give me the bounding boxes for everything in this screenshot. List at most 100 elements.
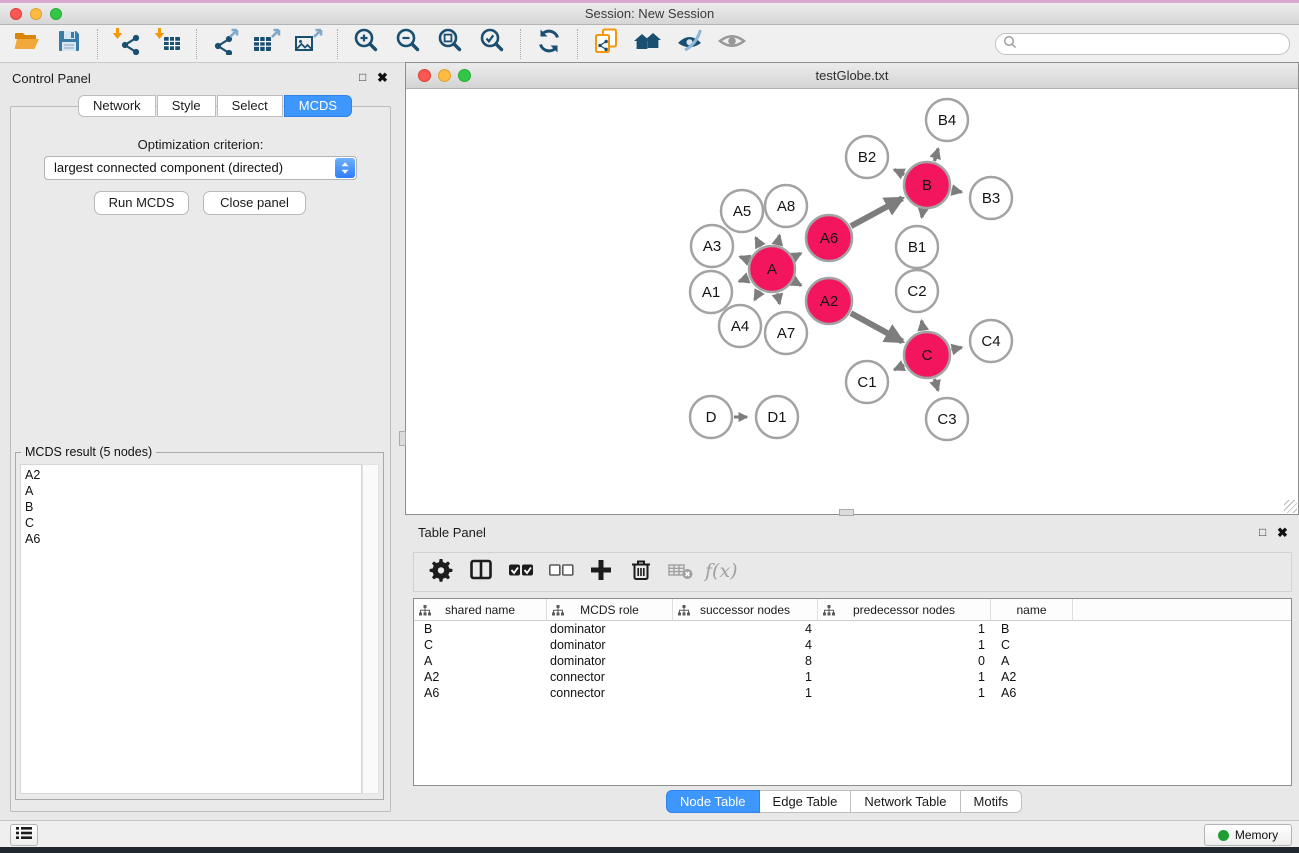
resize-grip-icon[interactable] [1284, 500, 1297, 513]
edge-B-B3[interactable] [951, 190, 961, 192]
tab-node-table[interactable]: Node Table [666, 790, 760, 813]
mcds-result-list[interactable]: A2ABCA6 [20, 464, 362, 794]
cell-shared-name[interactable]: B [414, 621, 547, 637]
zoom-selected-button[interactable] [471, 27, 513, 61]
network-graph[interactable]: B4B2BB3A5A8A6A3B1AA1C2A2A4A7C4CC1C3DD1 [406, 89, 1298, 514]
table-row[interactable]: Bdominator41B [414, 621, 1291, 637]
column-header-MCDS-role[interactable]: MCDS role [547, 599, 673, 621]
home-button[interactable] [627, 27, 669, 61]
zoom-fit-button[interactable] [429, 27, 471, 61]
import-table-button[interactable] [147, 27, 189, 61]
cell-name[interactable]: A6 [991, 685, 1073, 701]
table-panel-close-icon[interactable]: ✖ [1277, 526, 1288, 539]
edge-B-B1[interactable] [922, 210, 923, 218]
table-row[interactable]: Cdominator41C [414, 637, 1291, 653]
table-row[interactable]: Adominator80A [414, 653, 1291, 669]
cell-name[interactable]: C [991, 637, 1073, 653]
cell-shared-name[interactable]: A [414, 653, 547, 669]
edge-A-A2[interactable] [794, 281, 801, 285]
edge-A-A8[interactable] [777, 235, 779, 244]
memory-button[interactable]: Memory [1204, 824, 1292, 846]
edge-A-A7[interactable] [777, 293, 779, 303]
tab-network[interactable]: Network [78, 95, 156, 117]
close-panel-button[interactable]: Close panel [203, 191, 306, 215]
add-row-button[interactable] [583, 555, 619, 589]
cell-name[interactable]: A [991, 653, 1073, 669]
save-button[interactable] [48, 27, 90, 61]
mcds-result-item[interactable]: B [21, 499, 361, 515]
control-panel-float-icon[interactable]: □ [359, 71, 366, 83]
cell-predecessor-nodes[interactable]: 1 [818, 621, 991, 637]
copy-network-button[interactable] [585, 27, 627, 61]
cell-MCDS-role[interactable]: connector [547, 685, 673, 701]
cell-name[interactable]: A2 [991, 669, 1073, 685]
cell-successor-nodes[interactable]: 4 [673, 621, 818, 637]
cell-MCDS-role[interactable]: dominator [547, 621, 673, 637]
column-header-successor-nodes[interactable]: successor nodes [673, 599, 818, 621]
cell-shared-name[interactable]: C [414, 637, 547, 653]
tab-motifs[interactable]: Motifs [961, 790, 1023, 813]
edge-B-B4[interactable] [934, 149, 938, 161]
export-image-button[interactable] [288, 27, 330, 61]
export-table-button[interactable] [246, 27, 288, 61]
cell-shared-name[interactable]: A2 [414, 669, 547, 685]
column-header-name[interactable]: name [991, 599, 1073, 621]
cell-predecessor-nodes[interactable]: 1 [818, 669, 991, 685]
edge-A-A6[interactable] [794, 253, 801, 257]
table-panel-float-icon[interactable]: □ [1259, 526, 1266, 538]
tab-select[interactable]: Select [217, 95, 283, 117]
search-input[interactable] [1017, 35, 1289, 53]
tab-network-table[interactable]: Network Table [851, 790, 960, 813]
delete-row-button[interactable] [623, 555, 659, 589]
cell-MCDS-role[interactable]: dominator [547, 637, 673, 653]
control-panel-close-icon[interactable]: ✖ [377, 71, 388, 84]
tab-style[interactable]: Style [157, 95, 216, 117]
network-canvas[interactable]: B4B2BB3A5A8A6A3B1AA1C2A2A4A7C4CC1C3DD1 [406, 89, 1298, 514]
cell-MCDS-role[interactable]: dominator [547, 653, 673, 669]
run-mcds-button[interactable]: Run MCDS [94, 191, 189, 215]
table-row[interactable]: A2connector11A2 [414, 669, 1291, 685]
cell-predecessor-nodes[interactable]: 0 [818, 653, 991, 669]
mcds-result-item[interactable]: A2 [21, 467, 361, 483]
tab-mcds[interactable]: MCDS [284, 95, 352, 117]
import-network-button[interactable] [105, 27, 147, 61]
zoom-in-button[interactable] [345, 27, 387, 61]
edge-A-A1[interactable] [739, 278, 749, 282]
bottom-collapse-handle[interactable] [839, 509, 854, 516]
edge-C-C2[interactable] [922, 321, 924, 331]
column-header-predecessor-nodes[interactable]: predecessor nodes [818, 599, 991, 621]
network-window-titlebar[interactable]: testGlobe.txt [406, 63, 1298, 89]
column-header-shared-name[interactable]: shared name [414, 599, 547, 621]
deselect-all-button[interactable] [543, 555, 579, 589]
select-all-button[interactable] [503, 555, 539, 589]
zoom-out-button[interactable] [387, 27, 429, 61]
folder-open-button[interactable] [6, 27, 48, 61]
cell-shared-name[interactable]: A6 [414, 685, 547, 701]
mcds-result-item[interactable]: C [21, 515, 361, 531]
session-titlebar[interactable]: Session: New Session [0, 3, 1299, 25]
eye-button[interactable] [711, 27, 753, 61]
left-collapse-handle[interactable] [399, 431, 406, 446]
cell-MCDS-role[interactable]: connector [547, 669, 673, 685]
criterion-dropdown[interactable]: largest connected component (directed) [44, 156, 357, 180]
toggle-graphics-details-button[interactable] [669, 27, 711, 61]
split-panel-button[interactable] [463, 555, 499, 589]
edge-A-A3[interactable] [740, 257, 749, 260]
edge-C-C3[interactable] [934, 379, 938, 391]
mcds-result-item[interactable]: A6 [21, 531, 361, 547]
cell-name[interactable]: B [991, 621, 1073, 637]
edge-A2-C[interactable] [851, 313, 903, 341]
edge-A-A5[interactable] [756, 238, 761, 247]
edge-C-C1[interactable] [894, 365, 904, 369]
result-scrollbar[interactable] [362, 464, 379, 794]
cell-predecessor-nodes[interactable]: 1 [818, 685, 991, 701]
refresh-button[interactable] [528, 27, 570, 61]
cell-successor-nodes[interactable]: 8 [673, 653, 818, 669]
task-history-button[interactable] [10, 824, 38, 846]
cell-successor-nodes[interactable]: 1 [673, 669, 818, 685]
edge-A-A4[interactable] [755, 291, 760, 300]
gear-button[interactable] [423, 555, 459, 589]
table-row[interactable]: A6connector11A6 [414, 685, 1291, 701]
mcds-result-item[interactable]: A [21, 483, 361, 499]
export-network-button[interactable] [204, 27, 246, 61]
